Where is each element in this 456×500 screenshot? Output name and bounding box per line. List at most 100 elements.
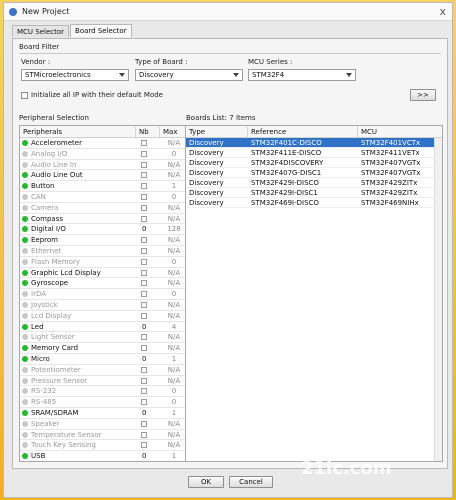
status-gray-icon (22, 150, 28, 157)
peripheral-row[interactable]: CAN 0 (20, 192, 186, 203)
cancel-button[interactable]: Cancel (229, 476, 273, 488)
peripheral-checkbox[interactable]: 0 (142, 226, 148, 233)
peripheral-row[interactable]: Compass N/A (20, 214, 186, 225)
peripheral-checkbox[interactable] (141, 366, 147, 373)
peripheral-checkbox[interactable] (141, 442, 147, 449)
peripheral-max: N/A (167, 311, 181, 320)
peripheral-row[interactable]: Audio Line In N/A (20, 160, 186, 171)
board-reference: STM32F411E-DISCO (251, 149, 322, 157)
peripheral-row[interactable]: Digital I/O 0 128 (20, 224, 186, 236)
peripheral-checkbox[interactable] (141, 237, 147, 244)
peripheral-name: Pressure Sensor (31, 376, 88, 385)
peripheral-row[interactable]: Light Sensor N/A (20, 332, 186, 344)
status-green-icon (22, 183, 28, 190)
peripheral-row[interactable]: RS-232 0 (20, 386, 186, 398)
peripheral-checkbox[interactable] (141, 194, 147, 200)
board-row[interactable]: Discovery STM32F469I-DISCO STM32F469NIHx (186, 198, 442, 208)
peripheral-max: N/A (167, 344, 181, 353)
peripheral-checkbox[interactable] (141, 345, 147, 352)
peripheral-checkbox[interactable] (141, 388, 147, 395)
peripheral-checkbox[interactable]: 0 (142, 410, 148, 417)
initialize-checkbox[interactable] (21, 92, 28, 99)
peripheral-row[interactable]: Flash Memory 0 (20, 257, 186, 268)
board-row[interactable]: Discovery STM32F429I-DISC1 STM32F429ZITx (186, 188, 442, 198)
peripheral-checkbox[interactable] (141, 334, 147, 341)
peripheral-checkbox[interactable] (141, 312, 147, 319)
peripheral-row[interactable]: Temperature Sensor N/A (20, 430, 186, 441)
reference-column: Reference (248, 126, 358, 138)
board-row[interactable]: Discovery STM32F4DISCOVERY STM32F407VGTx (186, 158, 442, 168)
peripheral-max: N/A (167, 214, 181, 223)
peripheral-checkbox[interactable] (141, 420, 147, 427)
peripheral-row[interactable]: Joystick N/A (20, 300, 186, 311)
peripheral-row[interactable]: Eeprom N/A (20, 235, 186, 246)
new-project-window: New Project x MCU Selector Board Selecto… (3, 2, 453, 498)
peripheral-checkbox[interactable]: 0 (142, 323, 148, 330)
peripheral-row[interactable]: Ethernet N/A (20, 246, 186, 257)
peripheral-row[interactable]: SRAM/SDRAM 0 1 (20, 408, 186, 419)
peripheral-row[interactable]: Potentiometer N/A (20, 365, 186, 376)
peripheral-checkbox[interactable] (141, 248, 147, 254)
peripheral-row[interactable]: Lcd Display N/A (20, 311, 186, 322)
peripheral-checkbox[interactable] (141, 204, 147, 211)
peripheral-row[interactable]: Led 0 4 (20, 322, 186, 333)
peripheral-row[interactable]: Gyroscope N/A (20, 278, 186, 290)
peripheral-checkbox[interactable] (141, 302, 147, 308)
status-gray-icon (22, 204, 28, 211)
board-row[interactable]: Discovery STM32F429I-DISCO STM32F429ZITx (186, 178, 442, 188)
board-mcu: STM32F469NIHx (361, 199, 419, 207)
peripheral-checkbox[interactable]: 0 (142, 356, 148, 363)
tab-board-selector[interactable]: Board Selector (70, 24, 132, 37)
peripheral-checkbox[interactable] (141, 183, 147, 190)
status-gray-icon (22, 377, 28, 384)
peripheral-row[interactable]: USB 0 1 (20, 451, 186, 461)
peripheral-checkbox[interactable] (141, 150, 147, 157)
ok-button[interactable]: OK (188, 476, 224, 488)
peripheral-checkbox[interactable] (141, 431, 147, 438)
peripheral-checkbox[interactable]: 0 (142, 453, 148, 460)
mcu-column: MCU (361, 128, 378, 136)
board-type: Discovery (189, 149, 224, 157)
peripheral-name: Accelerometer (31, 139, 82, 147)
close-icon[interactable]: x (439, 5, 446, 18)
peripheral-checkbox[interactable] (141, 377, 147, 384)
series-select[interactable]: STM32F4 (248, 69, 356, 81)
peripheral-row[interactable]: Analog I/O 0 (20, 149, 186, 160)
status-green-icon (22, 269, 28, 276)
peripheral-checkbox[interactable] (141, 269, 147, 276)
peripheral-checkbox[interactable] (141, 140, 147, 146)
status-green-icon (22, 410, 28, 416)
peripheral-row[interactable]: Speaker N/A (20, 419, 186, 430)
peripheral-row[interactable]: Button 1 (20, 181, 186, 192)
peripheral-max: N/A (167, 430, 181, 439)
peripheral-checkbox[interactable] (141, 291, 147, 298)
status-gray-icon (22, 388, 28, 395)
expand-button[interactable]: >> (410, 89, 436, 101)
tab-mcu-selector[interactable]: MCU Selector (12, 25, 70, 37)
peripheral-row[interactable]: Camera N/A (20, 203, 186, 214)
peripheral-checkbox[interactable] (141, 399, 147, 406)
type-select[interactable]: Discovery (135, 69, 243, 81)
peripheral-row[interactable]: Micro 0 1 (20, 354, 186, 365)
peripheral-row[interactable]: Graphic Lcd Display N/A (20, 268, 186, 279)
peripheral-checkbox[interactable] (141, 258, 147, 265)
board-type: Discovery (189, 159, 224, 167)
peripheral-row[interactable]: Accelerometer N/A (20, 138, 186, 149)
peripheral-checkbox[interactable] (141, 215, 147, 222)
peripheral-row[interactable]: RS-485 0 (20, 397, 186, 408)
peripheral-row[interactable]: Audio Line Out N/A (20, 170, 186, 182)
board-row[interactable]: Discovery STM32F401C-DISCO STM32F401VCTx (186, 138, 442, 148)
peripheral-checkbox[interactable] (141, 172, 147, 179)
peripheral-row[interactable]: Touch Key Sensing N/A (20, 440, 186, 452)
vertical-scrollbar[interactable] (434, 138, 442, 461)
vendor-select[interactable]: STMicroelectronics (21, 69, 129, 81)
peripheral-max: 0 (171, 387, 177, 396)
board-row[interactable]: Discovery STM32F411E-DISCO STM32F411VETx (186, 148, 442, 158)
peripheral-checkbox[interactable] (141, 280, 147, 287)
peripheral-row[interactable]: Pressure Sensor N/A (20, 376, 186, 387)
peripheral-row[interactable]: IrDA 0 (20, 289, 186, 300)
peripheral-max: N/A (167, 171, 181, 180)
peripheral-checkbox[interactable] (141, 161, 147, 168)
board-row[interactable]: Discovery STM32F407G-DISC1 STM32F407VGTx (186, 168, 442, 178)
peripheral-row[interactable]: Memory Card N/A (20, 343, 186, 354)
